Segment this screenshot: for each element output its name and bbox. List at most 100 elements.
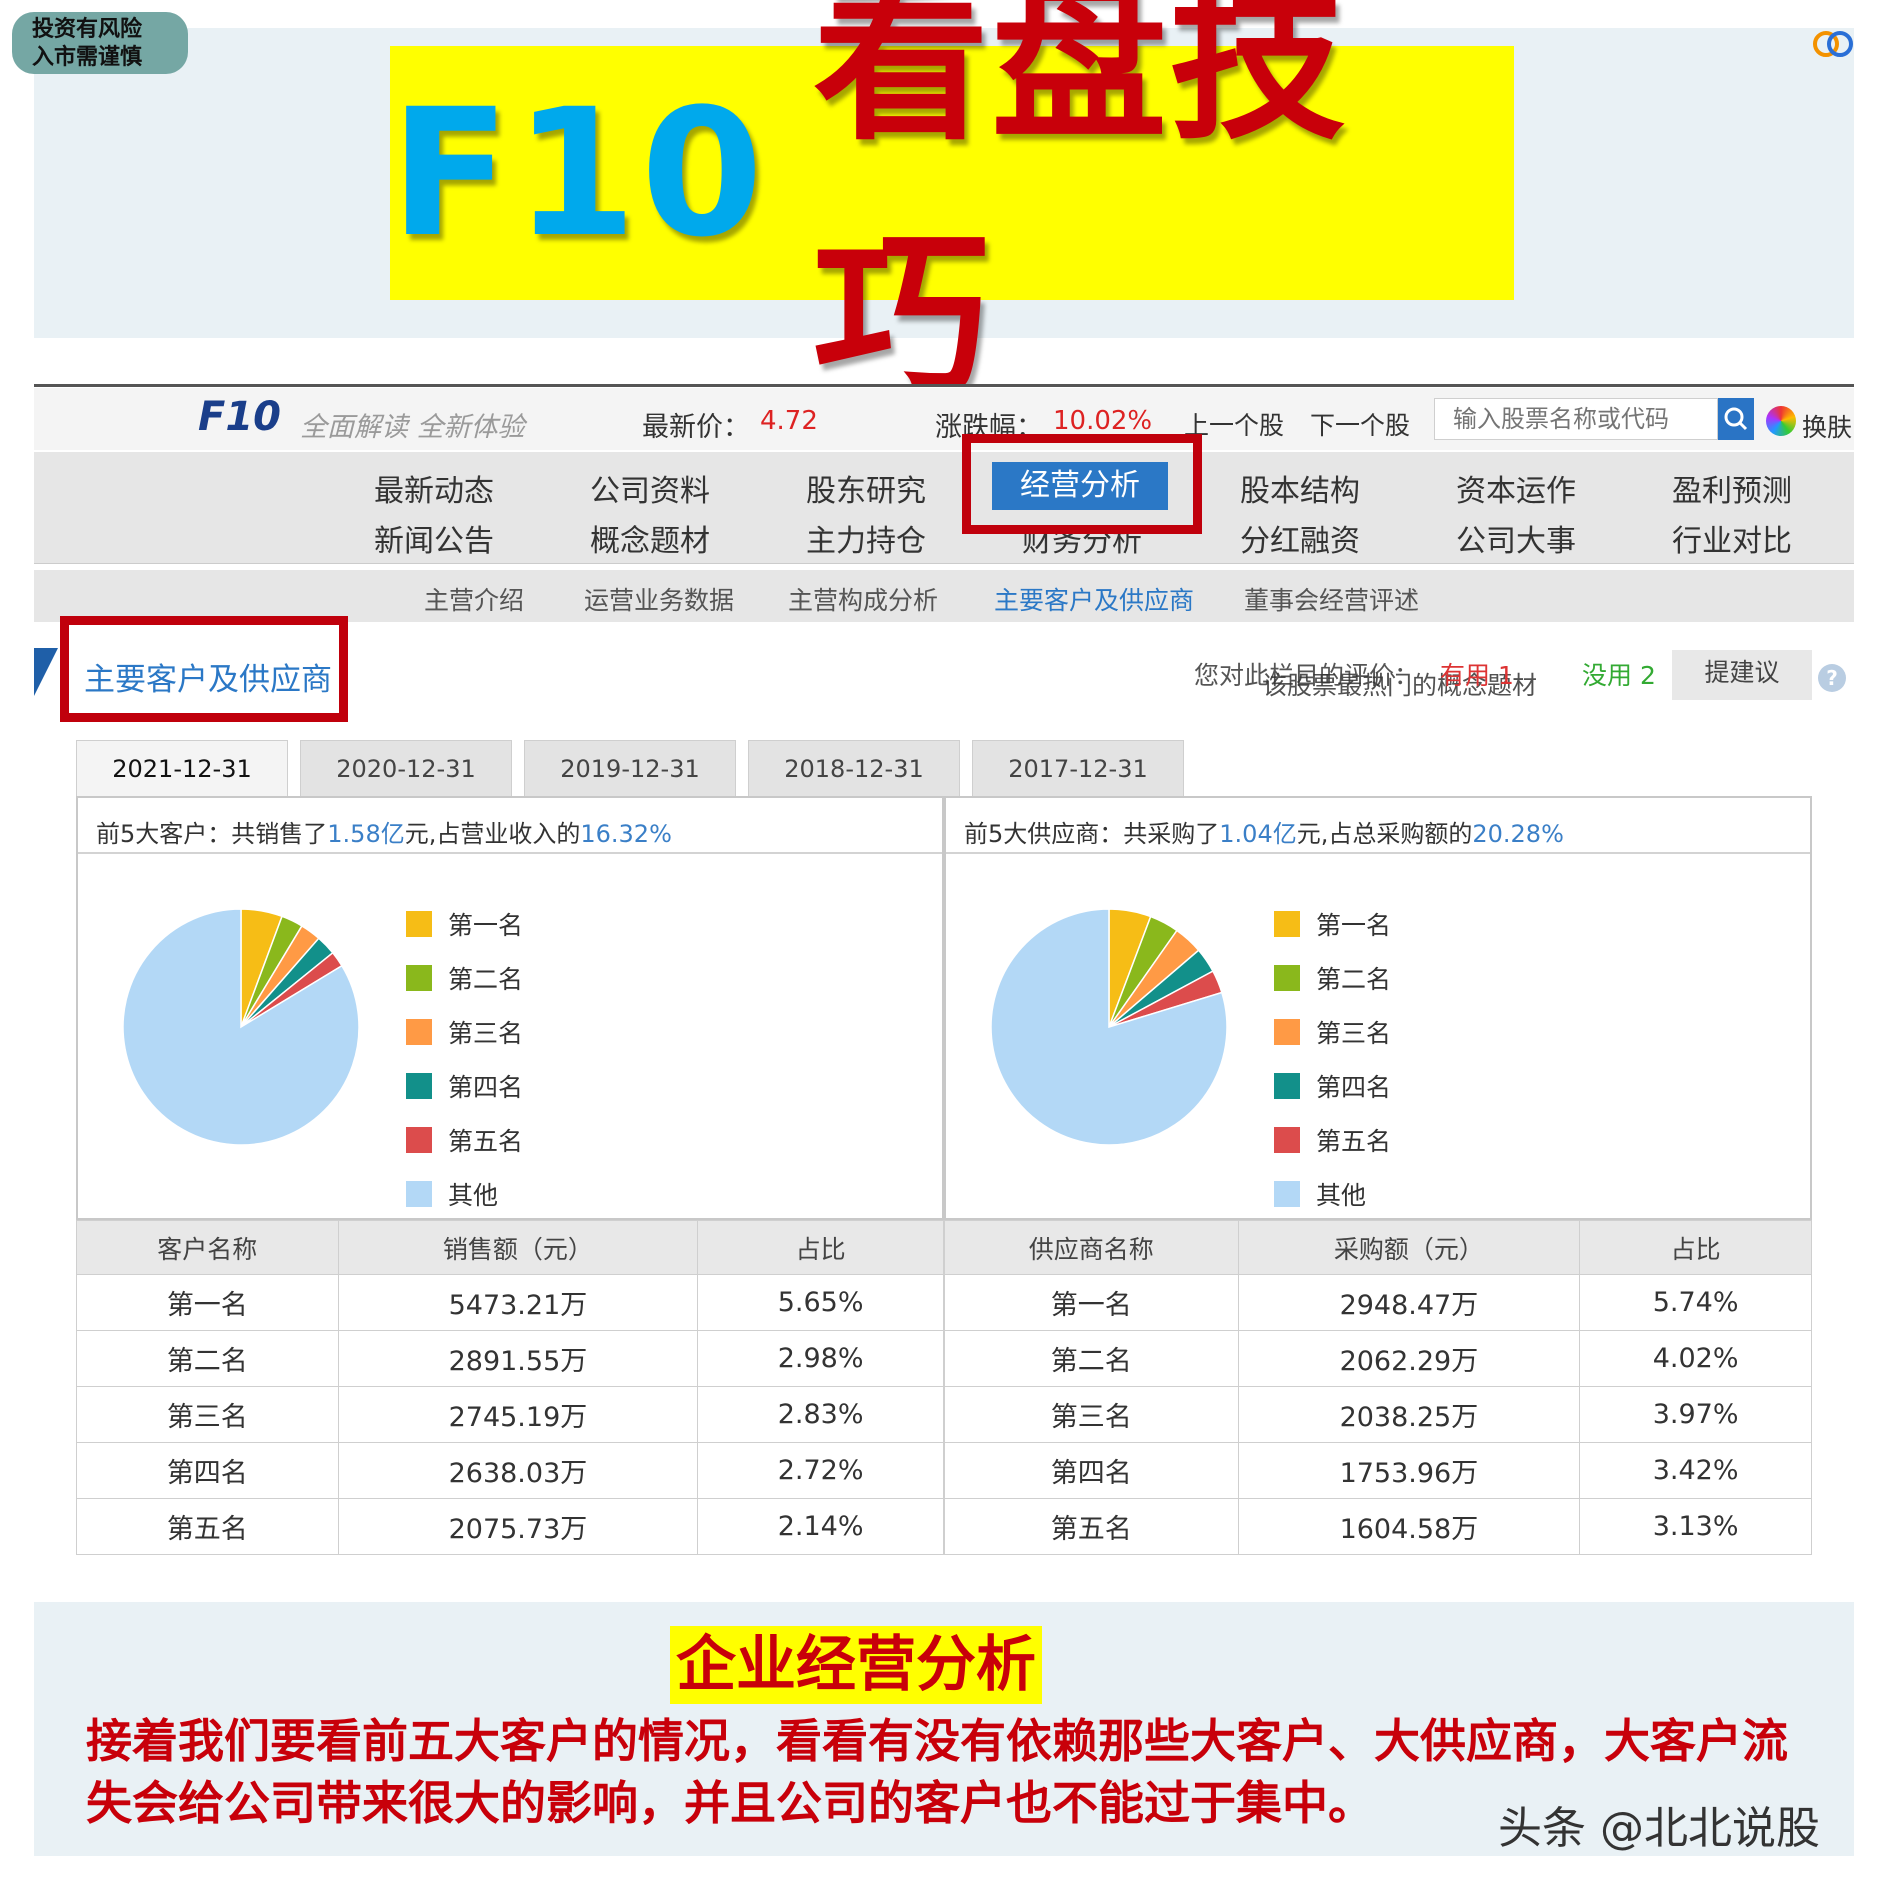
customer-name: 第二名 <box>76 1330 339 1387</box>
legend-item[interactable]: 第三名 <box>1274 1014 1391 1050</box>
ratio: 2.83% <box>697 1386 944 1443</box>
col-purchase-amount: 采购额（元） <box>1237 1220 1581 1275</box>
supplier-name: 第一名 <box>944 1274 1239 1331</box>
sales-amount: 5473.21万 <box>337 1274 699 1331</box>
banner-title: F10 看盘技巧 <box>390 0 1514 419</box>
legend-swatch <box>1274 965 1300 991</box>
customers-summary: 前5大客户：共销售了1.58亿元,占营业收入的16.32% <box>96 814 672 849</box>
supplier-name: 第二名 <box>944 1330 1239 1387</box>
subnav-composition[interactable]: 主营构成分析 <box>788 581 938 617</box>
customer-name: 第五名 <box>76 1498 339 1555</box>
price-value: 4.72 <box>760 406 818 436</box>
table-row: 第四名 2638.03万 2.72% <box>76 1442 944 1499</box>
customers-summary-pre: 前5大客户：共销售了 <box>96 820 328 848</box>
suppliers-pct: 20.28% <box>1472 820 1564 848</box>
subnav-customers-suppliers[interactable]: 主要客户及供应商 <box>994 581 1194 617</box>
supplier-name: 第三名 <box>944 1386 1239 1443</box>
col-supplier-name: 供应商名称 <box>944 1220 1239 1275</box>
nav-main-holdings[interactable]: 主力持仓 <box>806 516 926 560</box>
table-row: 第一名 5473.21万 5.65% <box>76 1274 944 1331</box>
author-watermark: 头条 @北北说股 <box>1498 1803 1820 1854</box>
risk-line-2: 入市需谨慎 <box>32 45 143 70</box>
customers-pct: 16.32% <box>580 820 672 848</box>
caption-title: 企业经营分析 <box>670 1626 1042 1704</box>
tab-2019[interactable]: 2019-12-31 <box>524 740 736 796</box>
table-row: 第一名 2948.47万 5.74% <box>944 1274 1812 1331</box>
next-stock-link[interactable]: 下一个股 <box>1310 406 1410 442</box>
useless-button[interactable]: 没用 2 <box>1582 656 1656 692</box>
f10-slogan: 全面解读 全新体验 <box>300 412 525 443</box>
legend-item[interactable]: 第二名 <box>1274 960 1391 996</box>
help-icon[interactable]: ? <box>1818 664 1846 692</box>
legend-label: 第四名 <box>448 1073 524 1102</box>
table-row: 第五名 2075.73万 2.14% <box>76 1498 944 1555</box>
legend-item[interactable]: 第一名 <box>1274 906 1391 942</box>
ratio: 3.42% <box>1579 1442 1812 1499</box>
legend-swatch <box>406 911 432 937</box>
useful-button[interactable]: 有用 1 <box>1440 656 1514 692</box>
nav-latest[interactable]: 最新动态 <box>374 466 494 510</box>
price-label: 最新价： <box>642 412 750 443</box>
legend-item[interactable]: 第一名 <box>406 906 523 942</box>
legend-item[interactable]: 第四名 <box>1274 1068 1391 1104</box>
tab-2018[interactable]: 2018-12-31 <box>748 740 960 796</box>
nav-dividends[interactable]: 分红融资 <box>1240 516 1360 560</box>
col-customer-name: 客户名称 <box>76 1220 339 1275</box>
nav-capital-ops[interactable]: 资本运作 <box>1456 466 1576 510</box>
nav-news[interactable]: 新闻公告 <box>374 516 494 560</box>
col-ratio: 占比 <box>1579 1220 1812 1275</box>
customer-name: 第一名 <box>76 1274 339 1331</box>
skin-button[interactable]: 换肤 <box>1802 408 1852 444</box>
suggest-button[interactable]: 提建议 <box>1672 650 1812 700</box>
legend-item[interactable]: 第二名 <box>406 960 523 996</box>
nav-company-info[interactable]: 公司资料 <box>590 466 710 510</box>
purchase-amount: 1753.96万 <box>1237 1442 1581 1499</box>
customers-table: 客户名称 销售额（元） 占比 第一名 5473.21万 5.65% 第二名 2891.… <box>76 1220 944 1555</box>
customers-summary-mid: 元,占营业收入的 <box>404 820 581 848</box>
ratio: 3.97% <box>1579 1386 1812 1443</box>
risk-line-1: 投资有风险 <box>32 17 143 42</box>
legend-label: 第四名 <box>1316 1073 1392 1102</box>
f10-logo[interactable]: F10 <box>198 394 281 440</box>
change-value: 10.02% <box>1053 406 1153 436</box>
legend-label: 第一名 <box>448 911 524 940</box>
subnav-operations-data[interactable]: 运营业务数据 <box>584 581 734 617</box>
ratio: 2.72% <box>697 1442 944 1499</box>
search-button[interactable] <box>1718 398 1754 440</box>
sales-amount: 2638.03万 <box>337 1442 699 1499</box>
legend-item[interactable]: 第四名 <box>406 1068 523 1104</box>
sales-amount: 2745.19万 <box>337 1386 699 1443</box>
nav-industry-compare[interactable]: 行业对比 <box>1672 516 1792 560</box>
purchase-amount: 2038.25万 <box>1237 1386 1581 1443</box>
legend-item[interactable]: 第五名 <box>406 1122 523 1158</box>
legend-item[interactable]: 其他 <box>406 1176 523 1212</box>
subnav-main-intro[interactable]: 主营介绍 <box>424 581 524 617</box>
nav-company-events[interactable]: 公司大事 <box>1456 516 1576 560</box>
purchase-amount: 2062.29万 <box>1237 1330 1581 1387</box>
legend-item[interactable]: 第五名 <box>1274 1122 1391 1158</box>
skin-color-icon[interactable] <box>1766 406 1796 436</box>
subnav-board-review[interactable]: 董事会经营评述 <box>1244 581 1419 617</box>
customer-name: 第四名 <box>76 1442 339 1499</box>
purchase-amount: 2948.47万 <box>1237 1274 1581 1331</box>
stock-search-input[interactable] <box>1434 398 1718 440</box>
suppliers-summary: 前5大供应商：共采购了1.04亿元,占总采购额的20.28% <box>964 814 1564 849</box>
nav-shareholders[interactable]: 股东研究 <box>806 466 926 510</box>
tab-2021[interactable]: 2021-12-31 <box>76 740 288 796</box>
nav-share-structure[interactable]: 股本结构 <box>1240 466 1360 510</box>
nav-concepts[interactable]: 概念题材 <box>590 516 710 560</box>
tab-2020[interactable]: 2020-12-31 <box>300 740 512 796</box>
suppliers-pie-chart <box>990 908 1228 1146</box>
tab-2017[interactable]: 2017-12-31 <box>972 740 1184 796</box>
ratio: 5.74% <box>1579 1274 1812 1331</box>
customers-amount: 1.58亿 <box>327 820 405 848</box>
table-row: 第三名 2745.19万 2.83% <box>76 1386 944 1443</box>
legend-item[interactable]: 其他 <box>1274 1176 1391 1212</box>
legend-label: 第二名 <box>1316 965 1392 994</box>
col-sales-amount: 销售额（元） <box>337 1220 699 1275</box>
main-nav <box>34 452 1854 564</box>
customers-table-header: 客户名称 销售额（元） 占比 <box>76 1220 944 1275</box>
legend-item[interactable]: 第三名 <box>406 1014 523 1050</box>
nav-profit-forecast[interactable]: 盈利预测 <box>1672 466 1792 510</box>
legend-label: 第五名 <box>448 1127 524 1156</box>
